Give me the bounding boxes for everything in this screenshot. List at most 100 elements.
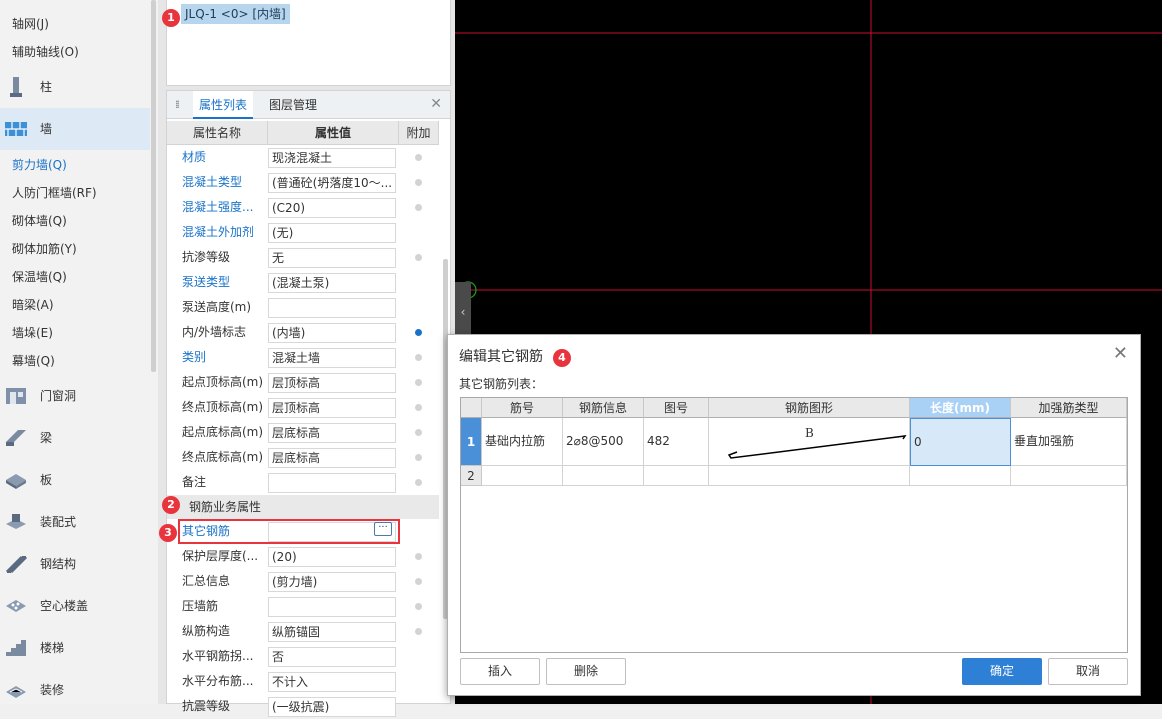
property-value[interactable]: (剪力墙) (268, 572, 396, 592)
property-value[interactable] (268, 473, 396, 493)
grid-cell[interactable] (709, 466, 910, 486)
property-name[interactable]: 混凝土类型 (182, 170, 268, 195)
property-value[interactable]: (20) (268, 547, 396, 567)
row-number[interactable]: 1 (461, 418, 482, 466)
extra-checkbox[interactable] (415, 603, 422, 610)
ok-button[interactable]: 确定 (962, 658, 1042, 685)
grid-cell[interactable] (1011, 466, 1127, 486)
property-value[interactable]: 层顶标高 (268, 373, 396, 393)
extra-checkbox[interactable] (415, 204, 422, 211)
grid-cell[interactable]: 2⌀8@500 (563, 418, 644, 466)
grid-cell[interactable] (910, 466, 1011, 486)
extra-checkbox[interactable] (415, 454, 422, 461)
nav-category-label: 空心楼盖 (40, 599, 89, 613)
nav-sub-masonry-rebar[interactable]: 砌体加筋(Y) (12, 235, 77, 263)
nav-sub-wall-pier[interactable]: 墙垛(E) (12, 319, 53, 347)
nav-sub-masonry-wall[interactable]: 砌体墙(Q) (12, 207, 67, 235)
grid-cell[interactable]: 482 (644, 418, 709, 466)
property-value[interactable]: 无 (268, 248, 396, 268)
property-value[interactable]: (普通砼(坍落度10～... (268, 173, 396, 193)
header-property-value: 属性值 (268, 121, 399, 145)
column-header[interactable]: 图号 (644, 398, 709, 418)
grid-cell[interactable] (644, 466, 709, 486)
nav-sub-insulation-wall[interactable]: 保温墙(Q) (12, 263, 67, 291)
extra-checkbox[interactable] (415, 179, 422, 186)
nav-category-column[interactable]: 柱 (0, 66, 150, 108)
property-value[interactable]: 混凝土墙 (268, 348, 396, 368)
property-value[interactable]: 现浇混凝土 (268, 148, 396, 168)
extra-checkbox[interactable] (415, 379, 422, 386)
extra-checkbox[interactable] (415, 254, 422, 261)
column-header[interactable]: 加强筋类型 (1011, 398, 1127, 418)
column-header[interactable]: 钢筋图形 (709, 398, 910, 418)
property-value[interactable]: (内墙) (268, 323, 396, 343)
close-icon[interactable]: ✕ (1113, 343, 1128, 364)
nav-sub-shear-wall[interactable]: 剪力墙(Q) (12, 151, 67, 179)
nav-scrollbar[interactable] (151, 0, 156, 372)
nav-sub-hidden-beam[interactable]: 暗梁(A) (12, 291, 54, 319)
nav-category-label: 装配式 (40, 515, 77, 529)
tab-property-list[interactable]: 属性列表 (193, 91, 254, 119)
property-name[interactable]: 泵送类型 (182, 270, 268, 295)
nav-sub-curtain-wall[interactable]: 幕墙(Q) (12, 347, 55, 375)
collapse-chevron-icon[interactable]: ‹ (455, 282, 471, 342)
grid-cell[interactable]: 垂直加强筋 (1011, 418, 1127, 466)
extra-checkbox[interactable] (415, 578, 422, 585)
nav-category-steel-structure[interactable]: 钢结构 (0, 543, 150, 585)
property-value[interactable]: (C20) (268, 198, 396, 218)
extra-checkbox[interactable] (415, 404, 422, 411)
nav-category-wall[interactable]: 墙 (0, 108, 150, 150)
row-number[interactable]: 2 (461, 466, 482, 486)
property-value[interactable]: 层顶标高 (268, 398, 396, 418)
extra-checkbox[interactable] (415, 329, 422, 336)
grid-cell[interactable] (563, 466, 644, 486)
insert-button[interactable]: 插入 (460, 658, 540, 685)
nav-category-hollow-floor[interactable]: 空心楼盖 (0, 585, 150, 627)
rebar-group-header[interactable]: 钢筋业务属性 (167, 495, 439, 519)
property-value[interactable]: (混凝土泵) (268, 273, 396, 293)
property-name[interactable]: 混凝土强度... (182, 195, 268, 220)
nav-category-prefab[interactable]: 装配式 (0, 501, 150, 543)
tab-layer-management[interactable]: 图层管理 (269, 91, 317, 119)
property-value[interactable]: 层底标高 (268, 423, 396, 443)
property-name[interactable]: 混凝土外加剂 (182, 220, 268, 245)
nav-sub-civil-defense-wall[interactable]: 人防门框墙(RF) (12, 179, 97, 207)
nav-category-beam[interactable]: 梁 (0, 417, 150, 459)
grid-cell[interactable]: 基础内拉筋 (482, 418, 563, 466)
property-name[interactable]: 类别 (182, 345, 268, 370)
delete-button[interactable]: 删除 (546, 658, 626, 685)
property-value[interactable]: 不计入 (268, 672, 396, 692)
property-value[interactable]: (无) (268, 223, 396, 243)
nav-category-door-window[interactable]: 门窗洞 (0, 375, 150, 417)
rebar-shape-cell[interactable]: B (709, 418, 910, 466)
selected-component[interactable]: JLQ-1 <0> [内墙] (181, 4, 290, 24)
extra-checkbox[interactable] (415, 429, 422, 436)
grid-cell[interactable] (482, 466, 563, 486)
nav-category-stair[interactable]: 楼梯 (0, 627, 150, 669)
property-value[interactable]: (一级抗震) (268, 697, 396, 717)
extra-checkbox[interactable] (415, 354, 422, 361)
property-value[interactable] (268, 597, 396, 617)
property-value[interactable]: 层底标高 (268, 448, 396, 468)
column-header[interactable]: 钢筋信息 (563, 398, 644, 418)
nav-category-decoration[interactable]: 装修 (0, 669, 150, 704)
nav-item-axis-grid[interactable]: 轴网(J) (12, 10, 49, 38)
property-value[interactable] (268, 298, 396, 318)
close-icon[interactable]: ✕ (430, 96, 442, 112)
column-header[interactable]: 长度(mm) (910, 398, 1011, 418)
drag-grip-icon[interactable]: ⁞⁞ (175, 98, 180, 111)
column-header[interactable]: 筋号 (482, 398, 563, 418)
extra-checkbox[interactable] (415, 553, 422, 560)
property-value[interactable]: 纵筋锚固 (268, 622, 396, 642)
nav-category-label: 板 (40, 473, 53, 487)
extra-checkbox[interactable] (415, 628, 422, 635)
extra-checkbox[interactable] (415, 479, 422, 486)
property-name[interactable]: 材质 (182, 145, 268, 170)
length-cell[interactable]: 0 (910, 418, 1011, 466)
extra-checkbox[interactable] (415, 154, 422, 161)
nav-category-slab[interactable]: 板 (0, 459, 150, 501)
cancel-button[interactable]: 取消 (1048, 658, 1128, 685)
ellipsis-button[interactable]: ··· (374, 522, 392, 536)
nav-item-aux-axis[interactable]: 辅助轴线(O) (12, 38, 79, 66)
property-value[interactable]: 否 (268, 647, 396, 667)
